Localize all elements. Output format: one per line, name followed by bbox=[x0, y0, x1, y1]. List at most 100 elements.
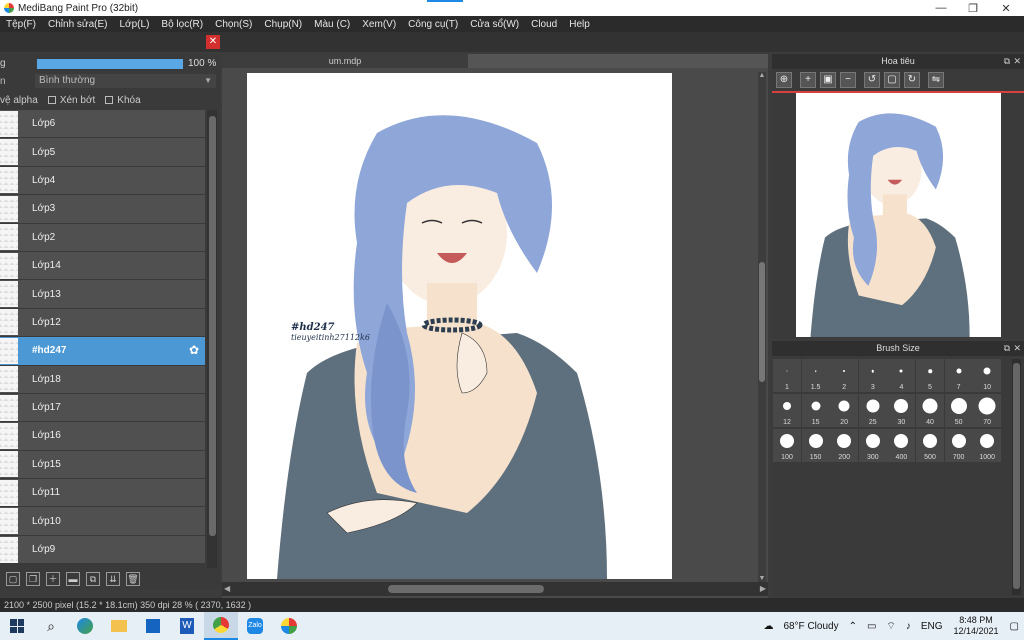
menu-select[interactable]: Chọn(S) bbox=[209, 19, 258, 30]
volume-icon[interactable]: ♪ bbox=[906, 621, 911, 632]
brush-size-cell[interactable]: 40 bbox=[916, 394, 944, 427]
menu-cloud[interactable]: Cloud bbox=[525, 19, 563, 30]
fit-screen-icon[interactable]: ▣ bbox=[820, 72, 836, 88]
word-icon[interactable]: W bbox=[170, 612, 204, 640]
flip-icon[interactable]: ⇋ bbox=[928, 72, 944, 88]
menu-view[interactable]: Xem(V) bbox=[356, 19, 402, 30]
clipping-checkbox[interactable] bbox=[47, 96, 56, 104]
undock-icon[interactable]: ⧉ bbox=[1004, 54, 1010, 69]
layer-row[interactable]: Lớp12 bbox=[0, 308, 205, 338]
search-icon[interactable]: ⌕ bbox=[34, 612, 68, 640]
brush-size-cell[interactable]: 4 bbox=[887, 359, 916, 392]
chevron-up-icon[interactable]: ⌃ bbox=[849, 621, 857, 632]
restore-button[interactable]: ❐ bbox=[957, 0, 989, 16]
brush-size-cell[interactable]: 200 bbox=[830, 429, 859, 462]
close-window-button[interactable]: ✕ bbox=[990, 0, 1022, 16]
file-explorer-icon[interactable] bbox=[102, 612, 136, 640]
menu-color[interactable]: Màu (C) bbox=[308, 19, 356, 30]
chrome-icon[interactable] bbox=[204, 612, 238, 640]
protect-alpha-option[interactable]: vệ alpha bbox=[0, 95, 38, 106]
duplicate-icon[interactable]: ⧉ bbox=[86, 572, 100, 586]
zoom-fit-icon[interactable]: ⊕ bbox=[776, 72, 792, 88]
brush-size-cell[interactable]: 150 bbox=[801, 429, 830, 462]
brush-size-cell[interactable]: 30 bbox=[887, 394, 916, 427]
opacity-slider[interactable] bbox=[37, 59, 183, 69]
close-icon[interactable]: ✕ bbox=[1013, 341, 1021, 356]
brush-scrollbar[interactable] bbox=[1012, 359, 1021, 595]
gear-icon[interactable]: ✿ bbox=[189, 344, 201, 356]
brush-size-cell[interactable]: 25 bbox=[858, 394, 887, 427]
vertical-scrollbar[interactable]: ▲ ▼ bbox=[758, 72, 766, 582]
lock-checkbox[interactable] bbox=[105, 96, 114, 104]
new-layer-icon[interactable]: ▢ bbox=[6, 572, 20, 586]
menu-filter[interactable]: Bộ lọc(R) bbox=[155, 19, 209, 30]
close-icon[interactable]: ✕ bbox=[1013, 54, 1021, 69]
horizontal-scroll-thumb[interactable] bbox=[388, 585, 544, 593]
folder-icon[interactable]: ▬ bbox=[66, 572, 80, 586]
layer-row[interactable]: Lớp16 bbox=[0, 422, 205, 451]
brush-size-cell[interactable]: 400 bbox=[887, 429, 916, 462]
layer-row[interactable]: #hd247 ✿ bbox=[0, 337, 205, 366]
brush-scroll-thumb[interactable] bbox=[1013, 363, 1020, 589]
brush-size-cell[interactable]: 70 bbox=[973, 394, 1002, 427]
brush-size-cell[interactable]: 1 bbox=[773, 359, 801, 392]
layer-scrollbar[interactable] bbox=[207, 110, 217, 568]
panel-close-button[interactable]: ✕ bbox=[206, 35, 220, 49]
layer-row[interactable]: Lớp10 bbox=[0, 507, 205, 536]
layer-row[interactable]: Lớp4 bbox=[0, 166, 205, 196]
layer-row[interactable]: Lớp14 bbox=[0, 251, 205, 281]
brush-size-cell[interactable]: 12 bbox=[773, 394, 801, 427]
layer-row[interactable]: Lớp5 bbox=[0, 138, 205, 167]
layer-row[interactable]: Lớp17 bbox=[0, 393, 205, 423]
trash-icon[interactable]: 🗑 bbox=[126, 572, 140, 586]
lock-option[interactable]: Khóa bbox=[105, 95, 141, 106]
zalo-icon[interactable]: Zalo bbox=[238, 612, 272, 640]
layer-row[interactable]: Lớp3 bbox=[0, 195, 205, 224]
layer-row[interactable]: Lớp15 bbox=[0, 450, 205, 480]
brush-size-cell[interactable]: 10 bbox=[973, 359, 1002, 392]
menu-help[interactable]: Help bbox=[563, 19, 596, 30]
scroll-right-arrow-icon[interactable]: ▶ bbox=[760, 584, 766, 593]
menu-window[interactable]: Cửa sổ(W) bbox=[464, 19, 525, 30]
wifi-icon[interactable]: ⌔ bbox=[886, 620, 895, 633]
medibang-taskbar-icon[interactable] bbox=[272, 612, 306, 640]
weather-text[interactable]: 68°F Cloudy bbox=[783, 621, 838, 632]
minimize-button[interactable]: — bbox=[925, 0, 957, 16]
add-layer-dropdown-icon[interactable]: ＋ bbox=[46, 572, 60, 586]
language-indicator[interactable]: ENG bbox=[921, 621, 943, 632]
blend-mode-select[interactable]: Bình thường ▼ bbox=[35, 74, 216, 88]
menu-edit[interactable]: Chỉnh sửa(E) bbox=[42, 19, 114, 30]
network-icon[interactable]: ▭ bbox=[867, 621, 876, 632]
actual-size-icon[interactable]: ▢ bbox=[884, 72, 900, 88]
zoom-out-icon[interactable]: − bbox=[840, 72, 856, 88]
menu-tools[interactable]: Công cụ(T) bbox=[402, 19, 464, 30]
horizontal-scrollbar[interactable]: ◀ ▶ bbox=[222, 582, 768, 596]
layer-row[interactable]: Lớp9 bbox=[0, 535, 205, 565]
menu-snap[interactable]: Chụp(N) bbox=[258, 19, 308, 30]
brush-size-cell[interactable]: 1000 bbox=[973, 429, 1002, 462]
rotate-right-icon[interactable]: ↻ bbox=[904, 72, 920, 88]
layer-row[interactable]: Lớp18 bbox=[0, 365, 205, 394]
layer-row[interactable]: Lớp13 bbox=[0, 280, 205, 309]
navigator-preview[interactable] bbox=[796, 93, 1001, 337]
layer-row[interactable]: Lớp2 bbox=[0, 223, 205, 252]
layer-scroll-thumb[interactable] bbox=[209, 116, 216, 536]
store-icon[interactable] bbox=[136, 612, 170, 640]
brush-size-cell[interactable]: 20 bbox=[830, 394, 859, 427]
brush-size-cell[interactable]: 700 bbox=[944, 429, 973, 462]
brush-size-cell[interactable]: 3 bbox=[858, 359, 887, 392]
brush-size-cell[interactable]: 300 bbox=[858, 429, 887, 462]
zoom-in-icon[interactable]: + bbox=[800, 72, 816, 88]
start-button[interactable] bbox=[0, 612, 34, 640]
menu-layer[interactable]: Lớp(L) bbox=[114, 19, 156, 30]
copy-layer-icon[interactable]: ❐ bbox=[26, 572, 40, 586]
brush-size-cell[interactable]: 2 bbox=[830, 359, 859, 392]
clock[interactable]: 8:48 PM 12/14/2021 bbox=[954, 615, 999, 637]
brush-size-cell[interactable]: 5 bbox=[916, 359, 944, 392]
scroll-up-arrow-icon[interactable]: ▲ bbox=[758, 72, 766, 79]
notification-icon[interactable]: ▢ bbox=[1010, 621, 1019, 632]
edge-icon[interactable] bbox=[68, 612, 102, 640]
menu-file[interactable]: Tệp(F) bbox=[0, 19, 42, 30]
rotate-left-icon[interactable]: ↺ bbox=[864, 72, 880, 88]
brush-size-cell[interactable]: 500 bbox=[916, 429, 944, 462]
